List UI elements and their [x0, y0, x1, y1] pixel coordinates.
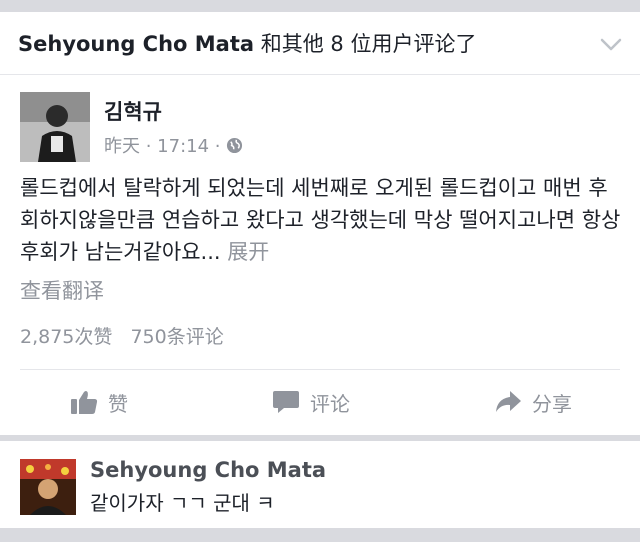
post-text: 롤드컵에서 탈락하게 되었는데 세번째로 오게된 롤드컵이고 매번 후회하지않을…: [20, 176, 621, 264]
bottom-band: [0, 528, 640, 542]
chevron-down-icon[interactable]: [596, 32, 626, 56]
like-button[interactable]: 赞: [70, 370, 128, 434]
comment-item: Sehyoung Cho Mata 같이가자 ㄱㄱ 군대 ㅋ: [0, 441, 640, 528]
share-label: 分享: [532, 391, 572, 416]
comment-bubble-icon: [273, 391, 299, 413]
post-time[interactable]: 昨天 · 17:14 ·: [104, 132, 220, 158]
share-button[interactable]: 分享: [494, 370, 572, 434]
engagement-counts: 2,875次赞 750条评论: [20, 322, 224, 349]
comment-button[interactable]: 评论: [272, 370, 350, 434]
comment-count[interactable]: 750条评论: [130, 326, 223, 348]
comment-label: 评论: [310, 391, 350, 416]
post-card: Sehyoung Cho Mata 和其他 8 位用户评论了 김혁규 昨天 · …: [0, 12, 640, 435]
commenter-avatar[interactable]: [20, 459, 76, 515]
author-avatar[interactable]: [20, 92, 90, 162]
post-meta: 昨天 · 17:14 ·: [104, 132, 243, 158]
like-label: 赞: [108, 391, 128, 416]
globe-icon: [227, 137, 243, 153]
notification-text: Sehyoung Cho Mata 和其他 8 位用户评论了: [18, 28, 476, 58]
comment-text: 같이가자 ㄱㄱ 군대 ㅋ: [90, 491, 275, 515]
notification-header[interactable]: Sehyoung Cho Mata 和其他 8 位用户评论了: [0, 12, 640, 75]
like-count[interactable]: 2,875次赞: [20, 326, 112, 348]
share-arrow-icon: [496, 391, 521, 412]
post-author[interactable]: 김혁규: [104, 96, 162, 126]
see-translation-link[interactable]: 查看翻译: [20, 275, 104, 305]
commenter-name[interactable]: Sehyoung Cho Mata: [90, 458, 326, 482]
action-bar: 赞 评论 分享: [0, 370, 640, 434]
expand-link[interactable]: 展开: [227, 240, 269, 264]
notification-actor[interactable]: Sehyoung Cho Mata: [18, 32, 254, 56]
post-body: 롤드컵에서 탈락하게 되었는데 세번째로 오게된 롤드컵이고 매번 후회하지않을…: [20, 172, 625, 268]
thumbs-up-icon: [71, 391, 98, 414]
notification-action: 和其他 8 位用户评论了: [254, 32, 477, 56]
